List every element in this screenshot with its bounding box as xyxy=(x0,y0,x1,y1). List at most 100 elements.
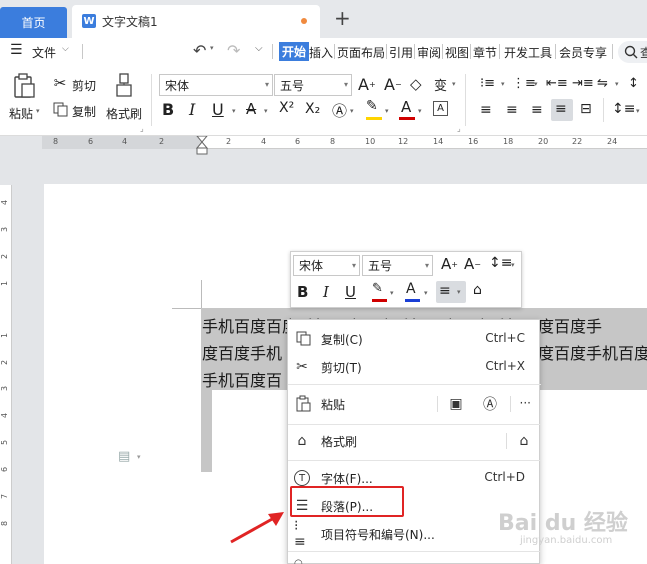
mini-italic-button[interactable]: I xyxy=(323,283,329,301)
mini-font-select[interactable]: 宋体 ▾ xyxy=(293,255,360,276)
menu-developer[interactable]: 开发工具 xyxy=(504,44,552,61)
chevron-down-icon[interactable]: ▾ xyxy=(534,80,538,88)
superscript-button[interactable]: X² xyxy=(279,100,294,116)
document-text-line[interactable]: 度百度手机百度 xyxy=(538,340,647,364)
new-tab-button[interactable]: + xyxy=(334,6,351,30)
highlight-icon[interactable]: ✎ xyxy=(372,281,383,296)
hamburger-icon[interactable]: ☰ xyxy=(10,42,23,58)
font-size-select[interactable]: 五号 ▾ xyxy=(274,74,352,96)
chevron-down-icon[interactable]: ▾ xyxy=(385,107,389,115)
line-spacing-icon[interactable]: ↕≡ xyxy=(489,255,512,271)
highlight-icon[interactable]: ✎ xyxy=(366,98,378,114)
chevron-down-icon[interactable]: ▾ xyxy=(424,289,428,297)
divider xyxy=(288,551,541,552)
distributed-align-icon[interactable]: ⊟ xyxy=(580,101,592,117)
align-center-icon[interactable]: ≡ xyxy=(506,102,518,118)
menu-item-paste[interactable]: 粘贴 ▣ Ⓐ ··· xyxy=(288,390,541,418)
numbered-list-icon[interactable]: ⋮≡ xyxy=(512,76,536,91)
menu-page-layout[interactable]: 页面布局 xyxy=(337,44,385,61)
paste-button[interactable]: 粘贴 xyxy=(9,105,33,122)
menu-start[interactable]: 开始 xyxy=(279,42,310,61)
mini-font-color-button[interactable]: A xyxy=(406,281,416,297)
mini-bold-button[interactable]: B xyxy=(297,283,308,301)
document-text-line[interactable]: 度百度手机 xyxy=(202,340,282,364)
copy-button[interactable]: 复制 xyxy=(72,103,96,120)
vertical-ruler[interactable] xyxy=(0,185,12,564)
mini-size-select[interactable]: 五号 ▾ xyxy=(362,255,433,276)
align-right-icon[interactable]: ≡ xyxy=(531,102,543,118)
clear-format-icon[interactable]: ◇ xyxy=(410,75,422,93)
align-left-icon[interactable]: ≡ xyxy=(480,102,492,118)
paste-keep-format-icon[interactable]: ▣ xyxy=(448,396,464,412)
strikethrough-button[interactable]: A xyxy=(246,100,256,118)
more-icon[interactable]: ⌵ xyxy=(255,43,263,54)
dialog-launcher-icon[interactable]: ⌟ xyxy=(457,124,461,133)
menu-section[interactable]: 章节 xyxy=(473,44,497,61)
chevron-down-icon[interactable]: ▾ xyxy=(232,107,236,115)
menu-item-copy[interactable]: 复制(C) Ctrl+C xyxy=(288,325,541,353)
chevron-down-icon[interactable]: ▾ xyxy=(350,107,354,115)
paste-icon[interactable] xyxy=(13,73,35,99)
bold-button[interactable]: B xyxy=(162,100,174,119)
decrease-font-icon[interactable]: A − xyxy=(464,255,481,273)
menu-file[interactable]: 文件 xyxy=(32,44,56,61)
scissors-icon[interactable]: ✂ xyxy=(52,74,68,92)
chevron-down-icon[interactable]: ▾ xyxy=(418,107,422,115)
chevron-down-icon[interactable]: ▾ xyxy=(615,80,619,88)
chevron-down-icon[interactable]: ⌵ xyxy=(62,44,69,54)
format-painter-button[interactable]: 格式刷 xyxy=(106,105,142,122)
increase-font-icon[interactable]: A + xyxy=(441,255,458,273)
bullet-list-icon[interactable]: ⁝≡ xyxy=(480,76,495,91)
menu-item-cut[interactable]: ✂ 剪切(T) Ctrl+X xyxy=(288,353,541,381)
mini-align-button[interactable]: ≡ ▾ xyxy=(436,281,466,303)
justify-button[interactable]: ≡ xyxy=(551,99,573,121)
chevron-down-icon[interactable]: ▾ xyxy=(390,289,394,297)
increase-indent-icon[interactable]: ⇥≡ xyxy=(572,76,594,91)
search-box[interactable]: 查 xyxy=(618,41,647,63)
chevron-down-icon[interactable]: ▾ xyxy=(636,107,640,115)
paste-text-only-icon[interactable]: Ⓐ xyxy=(482,396,498,413)
format-painter-icon[interactable]: ⌂ xyxy=(473,282,482,298)
cut-button[interactable]: 剪切 xyxy=(72,77,96,94)
underline-button[interactable]: U xyxy=(212,100,224,119)
chinese-layout-icon[interactable]: ⇋ xyxy=(597,76,608,91)
copy-icon[interactable] xyxy=(53,102,68,117)
subscript-button[interactable]: X₂ xyxy=(305,101,320,117)
dialog-launcher-icon[interactable]: ⌟ xyxy=(140,124,144,133)
menu-member[interactable]: 会员专享 xyxy=(559,44,607,61)
sort-icon[interactable]: ↕ xyxy=(628,76,639,91)
menu-view[interactable]: 视图 xyxy=(445,44,469,61)
chevron-down-icon[interactable]: ▾ xyxy=(264,107,268,115)
menu-insert[interactable]: 插入 xyxy=(309,44,333,61)
menu-review[interactable]: 审阅 xyxy=(417,44,441,61)
pinyin-icon[interactable]: 变 xyxy=(434,75,447,94)
format-painter-lock-icon[interactable]: ⌂ xyxy=(516,433,532,449)
format-painter-icon[interactable] xyxy=(114,73,134,97)
chevron-down-icon[interactable]: ▾ xyxy=(511,261,515,269)
font-family-select[interactable]: 宋体 ▾ xyxy=(159,74,273,96)
chevron-down-icon[interactable]: ▾ xyxy=(210,44,214,52)
chevron-down-icon[interactable]: ▾ xyxy=(501,80,505,88)
chevron-down-icon[interactable]: ▾ xyxy=(36,107,40,115)
chevron-down-icon[interactable]: ▾ xyxy=(452,80,456,88)
undo-icon[interactable]: ↶ xyxy=(193,41,206,60)
decrease-font-icon[interactable]: A − xyxy=(384,75,402,94)
mini-underline-button[interactable]: U xyxy=(345,283,356,301)
char-border-button[interactable]: A xyxy=(433,101,448,116)
menu-item-format-painter[interactable]: ⌂ 格式刷 ⌂ xyxy=(288,427,541,455)
tab-home[interactable]: 首页 xyxy=(0,7,67,38)
chevron-down-icon[interactable]: ▾ xyxy=(137,453,141,461)
document-text-line[interactable]: 手机百度百 xyxy=(202,367,282,391)
more-icon[interactable]: ··· xyxy=(520,396,531,410)
italic-button[interactable]: I xyxy=(189,100,195,119)
text-effect-icon[interactable]: Ⓐ xyxy=(332,100,347,121)
tab-document[interactable]: W 文字文稿1 xyxy=(72,5,320,38)
increase-font-icon[interactable]: A + xyxy=(358,75,376,94)
redo-icon[interactable]: ↷ xyxy=(227,41,240,60)
line-spacing-icon[interactable]: ↕≡ xyxy=(612,101,635,117)
indent-marker-icon[interactable] xyxy=(196,136,208,156)
font-color-button[interactable]: A xyxy=(401,98,411,116)
decrease-indent-icon[interactable]: ⇤≡ xyxy=(546,76,568,91)
paste-options-icon[interactable]: ▤ xyxy=(118,449,130,464)
menu-reference[interactable]: 引用 xyxy=(389,44,413,61)
